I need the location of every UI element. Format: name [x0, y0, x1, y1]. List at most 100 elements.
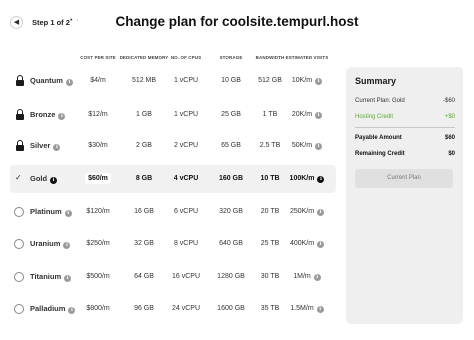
plan-cpus-value: 16 vCPU	[171, 273, 200, 280]
plan-memory-value: 64 GB	[134, 273, 154, 280]
plan-name-text: Silver	[30, 141, 51, 150]
plan-row-silver: Silver i $30/m 2 GB 2 vCPU 65 GB 2.5 TB 50K/m i	[10, 132, 336, 160]
plan-visits-cell: 20K/m i	[277, 111, 337, 119]
summary-hosting-credit: Hosting Credit +$0	[355, 114, 455, 120]
column-header-visits: ESTIMATED VISITS	[285, 55, 329, 60]
plan-memory-value: 1 GB	[136, 111, 152, 118]
plan-radio[interactable]	[14, 304, 24, 314]
plan-visits-cell: 100K/m i	[277, 175, 337, 183]
plan-cpus-value: 2 vCPU	[173, 142, 199, 149]
info-icon[interactable]: i	[58, 113, 66, 120]
selected-price-box: $60/m	[85, 173, 111, 184]
plan-visits-cell: 10K/m i	[277, 77, 337, 85]
plan-cost-value: $500/m	[86, 273, 110, 280]
plan-cost-value: $12/m	[88, 111, 108, 118]
column-headers: COST PER SITE DEDICATED MEMORY NO. OF CP…	[0, 55, 340, 65]
lock-icon	[15, 140, 25, 152]
hosting-credit-label: Hosting Credit	[355, 114, 394, 120]
plan-memory-value: 16 GB	[134, 208, 154, 215]
plan-cost-value: $250/m	[86, 240, 110, 247]
plan-visits-value: 50K/m	[291, 142, 313, 149]
plan-cost-value: $120/m	[86, 208, 110, 215]
plan-cpus-value: 1 vCPU	[173, 111, 199, 118]
plan-visits-cell: 50K/m i	[277, 142, 337, 150]
summary-panel: Summary Current Plan: Gold -$60 Hosting …	[346, 67, 463, 324]
plan-visits-value: 250K/m	[289, 208, 315, 215]
plan-visits-value: 1M/m	[293, 273, 311, 280]
plan-name-text: Uranium	[30, 239, 61, 248]
plan-row-gold: ✓ Gold i $60/m 8 GB 4 vCPU 160 GB 10 TB 100K/m i	[10, 165, 336, 193]
info-icon[interactable]: i	[315, 78, 323, 85]
plan-cost-value: $30/m	[88, 142, 108, 149]
plan-memory-value: 512 MB	[131, 77, 157, 84]
plan-cost-value: $4/m	[90, 77, 106, 84]
plan-name-text: Titanium	[30, 272, 62, 281]
plan-name: Bronze i	[30, 110, 66, 120]
info-icon[interactable]: i	[316, 306, 324, 313]
plan-cpus-value: 4 vCPU	[173, 175, 199, 182]
plan-visits-value: 1.5M/m	[290, 305, 314, 312]
plan-name: Gold i	[30, 174, 58, 184]
payable-value: $60	[444, 135, 455, 141]
info-icon[interactable]: i	[53, 144, 61, 151]
current-plan-label: Current Plan: Gold	[355, 98, 405, 104]
current-plan-button[interactable]: Current Plan	[355, 169, 453, 188]
plan-row-quantum: Quantum i $4/m 512 MB 1 vCPU 10 GB 512 GB 10K/m…	[10, 67, 336, 95]
payable-label: Payable Amount	[355, 135, 402, 141]
plan-visits-value: 400K/m	[289, 240, 315, 247]
plan-visits-cell: 1M/m i	[277, 273, 337, 281]
page-title: Change plan for coolsite.tempurl.host	[115, 14, 359, 29]
lock-icon	[15, 109, 25, 121]
summary-title: Summary	[355, 76, 397, 86]
plan-name-text: Palladium	[30, 304, 66, 313]
header: ◀ Step 1 of 2 • · Change plan for coolsi…	[0, 0, 474, 46]
plan-visits-value: 20K/m	[291, 111, 313, 118]
remaining-value: $0	[448, 151, 455, 157]
plan-visits-value: 10K/m	[291, 77, 313, 84]
plan-name-text: Platinum	[30, 207, 62, 216]
check-icon: ✓	[15, 173, 22, 182]
info-icon[interactable]: i	[317, 209, 325, 216]
summary-remaining: Remaining Credit $0	[355, 151, 455, 157]
plan-row-palladium[interactable]: Palladium i $800/m 96 GB 24 vCPU 1600 GB 35 TB…	[10, 295, 336, 323]
plan-memory-value: 96 GB	[134, 305, 154, 312]
plan-visits-cell: 400K/m i	[277, 240, 337, 248]
plan-cpus-value: 1 vCPU	[173, 77, 199, 84]
info-icon[interactable]: i	[317, 176, 325, 183]
plan-row-platinum[interactable]: Platinum i $120/m 16 GB 6 vCPU 320 GB 20 TB 250…	[10, 198, 336, 226]
plan-cpus-value: 24 vCPU	[171, 305, 200, 312]
plan-visits-cell: 250K/m i	[277, 208, 337, 216]
hosting-credit-value: +$0	[444, 114, 455, 120]
plan-memory-value: 8 GB	[135, 175, 153, 182]
plan-cost-value: $800/m	[86, 305, 110, 312]
info-icon[interactable]: i	[50, 177, 58, 184]
plan-cpus-value: 8 vCPU	[173, 240, 199, 247]
plan-memory-value: 2 GB	[136, 142, 152, 149]
lock-icon	[15, 75, 25, 87]
plan-storage-value: 10 GB	[221, 77, 241, 84]
plan-name: Uranium i	[30, 239, 71, 249]
plan-bandwidth-value: 1 TB	[262, 111, 278, 118]
plan-visits-cell: 1.5M/m i	[277, 305, 337, 313]
summary-current-plan: Current Plan: Gold -$60	[355, 98, 455, 104]
info-icon[interactable]: i	[313, 274, 321, 281]
info-icon[interactable]: i	[315, 143, 323, 150]
plan-radio[interactable]	[14, 239, 24, 249]
plan-name: Silver i	[30, 141, 61, 151]
plan-row-titanium[interactable]: Titanium i $500/m 64 GB 16 vCPU 1280 GB 30 TB 1…	[10, 263, 336, 291]
plan-row-uranium[interactable]: Uranium i $250/m 32 GB 8 vCPU 640 GB 25 TB 400K…	[10, 230, 336, 258]
plan-row-bronze: Bronze i $12/m 1 GB 1 vCPU 25 GB 1 TB 20K/m i	[10, 101, 336, 129]
summary-divider	[355, 127, 455, 128]
plan-name: Titanium i	[30, 272, 72, 282]
plan-name-text: Gold	[30, 174, 48, 183]
info-icon[interactable]: i	[315, 112, 323, 119]
info-icon[interactable]: i	[317, 241, 325, 248]
plan-radio[interactable]	[14, 272, 24, 282]
plan-cost-value: $60/m	[88, 175, 108, 182]
plan-storage-value: 65 GB	[221, 142, 241, 149]
plan-name: Platinum i	[30, 207, 72, 217]
plan-name-text: Bronze	[30, 110, 56, 119]
remaining-label: Remaining Credit	[355, 151, 405, 157]
plan-radio[interactable]	[14, 207, 24, 217]
plan-visits-value: 100K/m	[289, 175, 315, 182]
